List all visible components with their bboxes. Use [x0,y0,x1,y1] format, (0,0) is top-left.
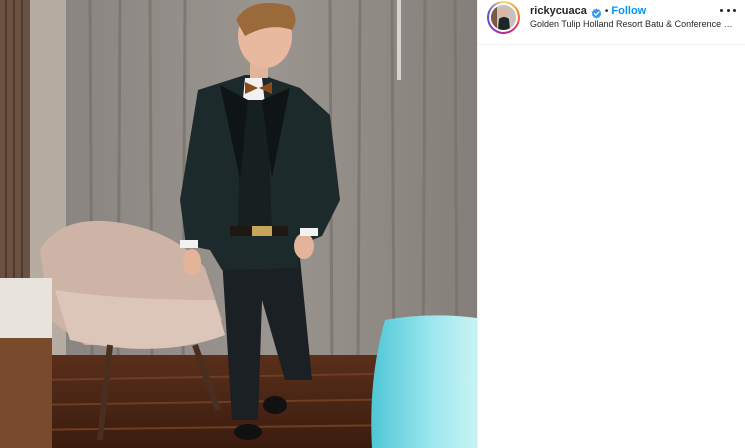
username-row: rickycuaca • Follow [530,4,646,19]
follow-button[interactable]: Follow [611,5,646,17]
more-options-button[interactable] [720,4,736,16]
verified-badge-icon [591,6,602,19]
post-photo [0,0,477,448]
username-link[interactable]: rickycuaca [530,5,587,17]
post-header: rickycuaca • Follow Golden Tulip Holland… [478,0,745,45]
separator-dot: • [604,5,609,17]
avatar-image [491,5,516,30]
location-link[interactable]: Golden Tulip Holland Resort Batu & Confe… [530,19,738,29]
avatar[interactable] [487,1,520,34]
post-image[interactable] [0,0,477,448]
post-side-panel: rickycuaca • Follow Golden Tulip Holland… [477,0,745,448]
more-horizontal-icon [720,8,723,12]
avatar-photo [491,5,516,30]
